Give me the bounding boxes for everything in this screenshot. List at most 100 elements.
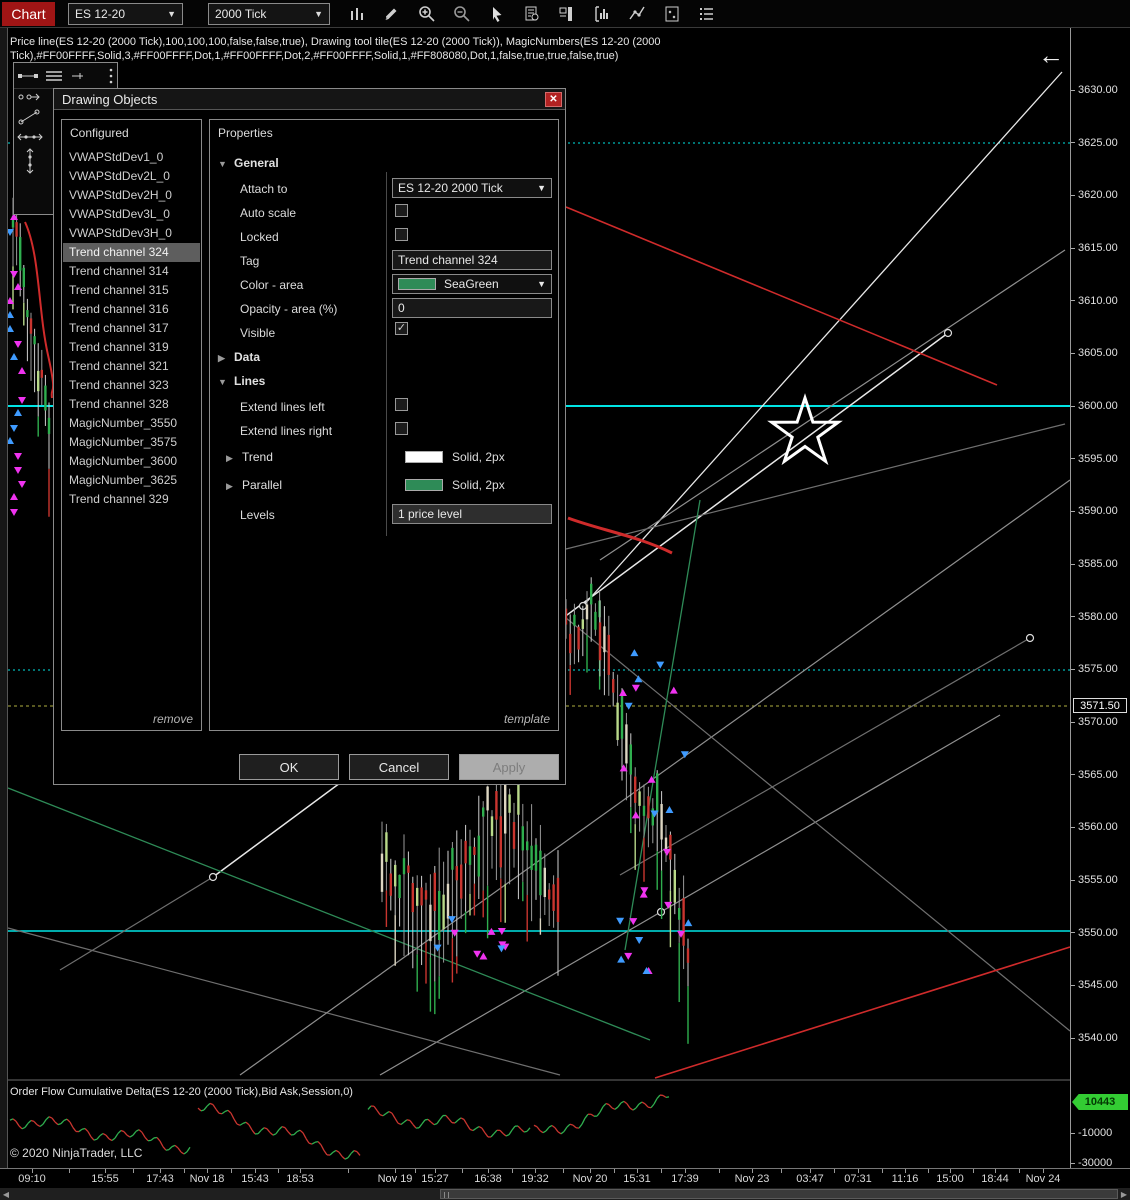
scrollbar-thumb[interactable] xyxy=(440,1189,1118,1199)
chart-window-badge[interactable]: Chart xyxy=(2,1,55,26)
time-tick-mark xyxy=(972,1169,974,1173)
configured-list-item[interactable]: Trend channel 319 xyxy=(63,338,200,357)
visible-checkbox[interactable]: ✓ xyxy=(395,322,408,335)
time-tick-label: 15:43 xyxy=(241,1173,269,1185)
order-panel-icon[interactable] xyxy=(556,3,578,25)
time-tick-label: 07:31 xyxy=(844,1173,872,1185)
draw-pencil-icon[interactable] xyxy=(381,3,403,25)
properties-list-icon[interactable] xyxy=(696,3,718,25)
horizontal-scrollbar[interactable]: ◀ ▶ xyxy=(0,1188,1130,1200)
zoom-in-icon[interactable] xyxy=(416,3,438,25)
back-arrow-icon[interactable]: ← xyxy=(1038,40,1064,71)
time-tick-mark xyxy=(927,1169,929,1173)
time-tick-label: 15:55 xyxy=(91,1173,119,1185)
trend-color-swatch[interactable] xyxy=(405,451,443,463)
time-tick-mark xyxy=(183,1169,185,1173)
time-tick-mark xyxy=(752,1169,753,1173)
line-tool-icon[interactable] xyxy=(17,70,39,82)
price-tick: 3620.00 xyxy=(1071,189,1118,201)
opacity-input[interactable]: 0 xyxy=(392,298,552,318)
properties-separator xyxy=(386,172,387,536)
auto-scale-label: Auto scale xyxy=(240,206,297,220)
scrollbar-grip[interactable] xyxy=(444,1192,449,1198)
configured-list-item[interactable]: MagicNumber_3600 xyxy=(63,452,200,471)
parallel-row[interactable]: ▶ Parallel xyxy=(226,478,282,492)
configured-list-item[interactable]: Trend channel 316 xyxy=(63,300,200,319)
zoom-out-icon[interactable] xyxy=(451,3,473,25)
configured-list-item[interactable]: VWAPStdDev3H_0 xyxy=(63,224,200,243)
extend-lines-left-checkbox[interactable] xyxy=(395,398,408,411)
configured-list-item[interactable]: VWAPStdDev3L_0 xyxy=(63,205,200,224)
tag-input[interactable]: Trend channel 324 xyxy=(392,250,552,270)
close-icon[interactable]: ✕ xyxy=(545,91,562,107)
dialog-title: Drawing Objects xyxy=(62,91,158,107)
scroll-left-icon[interactable]: ◀ xyxy=(0,1188,12,1200)
configured-list-item[interactable]: MagicNumber_3625 xyxy=(63,471,200,490)
levels-input[interactable]: 1 price level xyxy=(392,504,552,524)
time-tick-mark xyxy=(32,1169,33,1173)
cancel-button[interactable]: Cancel xyxy=(349,754,449,780)
locked-checkbox[interactable] xyxy=(395,228,408,241)
line-study-icon[interactable] xyxy=(626,3,648,25)
remove-link[interactable]: remove xyxy=(153,712,193,726)
properties-header: Properties xyxy=(218,126,273,140)
configured-list-item[interactable]: MagicNumber_3550 xyxy=(63,414,200,433)
pin-icon[interactable] xyxy=(69,70,85,82)
color-area-dropdown[interactable]: SeaGreen ▼ xyxy=(392,274,552,294)
trend-row[interactable]: ▶ Trend xyxy=(226,450,273,464)
time-tick-mark xyxy=(834,1169,835,1173)
dialog-titlebar[interactable]: Drawing Objects ✕ xyxy=(54,89,565,110)
attach-to-dropdown[interactable]: ES 12-20 2000 Tick ▼ xyxy=(392,178,552,198)
chevron-down-icon: ▼ xyxy=(314,8,323,19)
configured-list-item[interactable]: Trend channel 328 xyxy=(63,395,200,414)
configured-list-item[interactable]: Trend channel 324 xyxy=(63,243,200,262)
time-tick-mark xyxy=(718,1169,720,1173)
configured-list-item[interactable]: Trend channel 317 xyxy=(63,319,200,338)
chart-style-icon[interactable] xyxy=(346,3,368,25)
time-tick-label: 18:53 xyxy=(286,1173,314,1185)
extend-lines-right-checkbox[interactable] xyxy=(395,422,408,435)
configured-list-item[interactable]: VWAPStdDev2H_0 xyxy=(63,186,200,205)
auto-scale-checkbox[interactable] xyxy=(395,204,408,217)
configured-list-item[interactable]: Trend channel 323 xyxy=(63,376,200,395)
configured-list-item[interactable]: Trend channel 321 xyxy=(63,357,200,376)
strategy-grid-icon[interactable] xyxy=(661,3,683,25)
configured-list-item[interactable]: Trend channel 329 xyxy=(63,490,200,509)
configured-list-item[interactable]: Trend channel 315 xyxy=(63,281,200,300)
general-group-header[interactable]: ▼ General xyxy=(218,156,279,170)
chart-trader-icon[interactable] xyxy=(591,3,613,25)
ok-button[interactable]: OK xyxy=(239,754,339,780)
price-axis[interactable]: 3630.00 3625.00 3620.00 3615.00 3610.00 3605.… xyxy=(1070,28,1130,1169)
instrument-dropdown[interactable]: ES 12-20 ▼ xyxy=(68,2,183,25)
interval-dropdown[interactable]: 2000 Tick ▼ xyxy=(208,2,330,25)
cursor-icon[interactable] xyxy=(486,3,508,25)
time-tick-mark xyxy=(300,1169,301,1173)
time-axis[interactable]: 09:10 15:55 17:43 Nov 18 15:43 18:53 Nov 19 15:… xyxy=(0,1168,1130,1188)
parallel-color-swatch[interactable] xyxy=(405,479,443,491)
configured-header: Configured xyxy=(70,126,129,140)
parallel-style-value: Solid, 2px xyxy=(452,478,505,492)
window-left-edge xyxy=(0,28,8,1188)
time-tick-label: 19:32 xyxy=(521,1173,549,1185)
price-tick: 3580.00 xyxy=(1071,611,1118,623)
drawing-objects-dialog: Drawing Objects ✕ Configured VWAPStdDev1… xyxy=(53,88,566,785)
scroll-right-icon[interactable]: ▶ xyxy=(1118,1188,1130,1200)
data-group-header[interactable]: ▶ Data xyxy=(218,350,260,364)
configured-list-item[interactable]: VWAPStdDev1_0 xyxy=(63,148,200,167)
configured-list-item[interactable]: MagicNumber_3575 xyxy=(63,433,200,452)
template-link[interactable]: template xyxy=(504,712,550,726)
chart-indicator-header: Price line(ES 12-20 (2000 Tick),100,100,… xyxy=(10,36,661,62)
more-dots-icon[interactable] xyxy=(108,68,114,84)
levels-label: Levels xyxy=(240,508,275,522)
price-tick: 3585.00 xyxy=(1071,558,1118,570)
copyright-text: © 2020 NinjaTrader, LLC xyxy=(10,1146,143,1160)
lines-group-header[interactable]: ▼ Lines xyxy=(218,374,265,388)
data-inspector-icon[interactable] xyxy=(521,3,543,25)
menu-icon[interactable] xyxy=(45,70,63,82)
chevron-down-icon: ▼ xyxy=(537,279,546,289)
color-area-label: Color - area xyxy=(240,278,304,292)
delta-tick: -10000 xyxy=(1071,1127,1112,1139)
chevron-down-icon: ▼ xyxy=(167,8,176,19)
configured-list-item[interactable]: VWAPStdDev2L_0 xyxy=(63,167,200,186)
configured-list-item[interactable]: Trend channel 314 xyxy=(63,262,200,281)
